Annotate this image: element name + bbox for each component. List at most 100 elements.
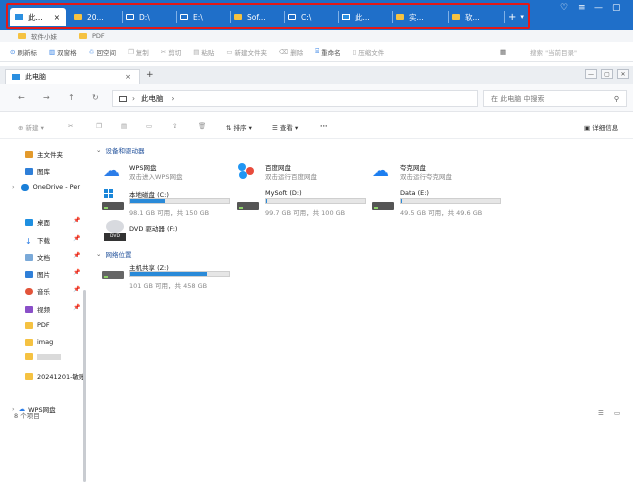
- download-icon: ↓: [25, 237, 33, 244]
- rename-icon[interactable]: ▭: [146, 122, 152, 130]
- close-icon[interactable]: ×: [125, 73, 131, 81]
- section-network[interactable]: ⌄ 网络位置: [96, 249, 131, 259]
- view-button[interactable]: ☰ 查看 ▾: [272, 122, 298, 132]
- sidebar-item-imag[interactable]: imag: [25, 338, 53, 346]
- refresh-button[interactable]: ⊙刷新标: [10, 47, 37, 57]
- section-devices[interactable]: ⌄ 设备和驱动器: [96, 145, 144, 155]
- more-button[interactable]: ···: [320, 122, 327, 130]
- pin-icon[interactable]: 📌: [73, 235, 80, 242]
- pin-icon[interactable]: 📌: [73, 252, 80, 259]
- dual-pane-button[interactable]: ▥双窗格: [49, 47, 77, 57]
- copy-icon[interactable]: ❐: [96, 122, 102, 130]
- sidebar-item-documents[interactable]: 文档: [25, 252, 50, 262]
- share-icon[interactable]: ⇪: [172, 122, 177, 130]
- sidebar-item-home[interactable]: 主文件夹: [25, 149, 63, 159]
- bookmark-item[interactable]: 软件小妹: [18, 31, 57, 41]
- paste-button[interactable]: ▤粘贴: [193, 47, 214, 57]
- sort-button[interactable]: ⇅ 排序 ▾: [226, 122, 252, 132]
- paste-icon: ▤: [193, 48, 199, 56]
- new-folder-button[interactable]: ▭新建文件夹: [226, 47, 267, 57]
- restore-button[interactable]: ▢: [601, 69, 613, 79]
- new-tab-button[interactable]: + ▾: [508, 8, 524, 26]
- forward-button[interactable]: →: [43, 93, 50, 102]
- close-icon[interactable]: ×: [54, 13, 60, 22]
- delete-button[interactable]: ⌫删除: [279, 47, 303, 57]
- drive-icon: [126, 14, 134, 20]
- window-tab-2[interactable]: 20...: [74, 8, 104, 26]
- sidebar-item-blurred[interactable]: [25, 353, 61, 360]
- sidebar-item-onedrive[interactable]: ›OneDrive - Per: [12, 183, 80, 191]
- window-tab-9[interactable]: 软...: [452, 8, 480, 26]
- sidebar-item-pictures[interactable]: 图片: [25, 269, 50, 279]
- new-explorer-tab-button[interactable]: +: [146, 70, 154, 80]
- pin-icon[interactable]: 📌: [73, 286, 80, 293]
- windows-logo-icon: [104, 189, 113, 198]
- command-toolbar: ⊙刷新标 ▥双窗格 ♲回空间 ❐复制 ✂剪切 ▤粘贴 ▭新建文件夹 ⌫删除 ⌸重…: [0, 42, 633, 62]
- folder-icon: [25, 373, 33, 380]
- recycle-button[interactable]: ♲回空间: [89, 47, 116, 57]
- refresh-button[interactable]: ↻: [92, 93, 99, 102]
- bookmark-item[interactable]: PDF: [79, 32, 105, 40]
- tiles-view-icon[interactable]: ▭: [614, 409, 620, 417]
- wps-cloud-icon: ☁: [103, 163, 120, 180]
- zip-button[interactable]: ▯压缩文件: [353, 47, 385, 57]
- window-tab-4[interactable]: E:\: [180, 8, 203, 26]
- sidebar-item-music[interactable]: 音乐: [25, 286, 50, 296]
- up-button[interactable]: ↑: [68, 93, 75, 102]
- cloud-icon: [21, 184, 29, 191]
- address-bar[interactable]: › 此电脑 ›: [112, 90, 478, 107]
- sidebar-item-20241201[interactable]: 20241201-敏账: [25, 371, 85, 381]
- toolbar-search-input[interactable]: 搜索 "当前目录": [530, 47, 577, 57]
- window-tab-3[interactable]: D:\: [126, 8, 150, 26]
- menu-icon[interactable]: ≡: [578, 3, 586, 13]
- maximize-button[interactable]: ▢: [612, 3, 621, 13]
- sidebar-item-videos[interactable]: 视频: [25, 304, 50, 314]
- chevron-down-icon[interactable]: ⌄: [96, 146, 101, 154]
- window-tab-5[interactable]: Sof...: [234, 8, 266, 26]
- sidebar-item-gallery[interactable]: 图库: [25, 166, 50, 176]
- heart-icon[interactable]: ♡: [560, 3, 568, 13]
- explorer-tab[interactable]: 此电脑 ×: [5, 69, 140, 84]
- sidebar-scrollbar[interactable]: [83, 290, 86, 482]
- folder-icon: [25, 322, 33, 329]
- new-button[interactable]: ⊕ 新建 ▾: [18, 122, 44, 132]
- pin-icon[interactable]: 📌: [73, 269, 80, 276]
- sidebar-item-desktop[interactable]: 桌面: [25, 217, 50, 227]
- copy-button[interactable]: ❐复制: [128, 47, 149, 57]
- drive-icon: [372, 202, 394, 210]
- chevron-right-icon[interactable]: ›: [12, 183, 15, 191]
- explorer-tab-label: 此电脑: [25, 72, 46, 82]
- tab-menu-icon[interactable]: ▾: [520, 13, 524, 21]
- cut-button[interactable]: ✂剪切: [161, 47, 181, 57]
- grid-view-icon[interactable]: ▦: [500, 48, 506, 56]
- pin-icon[interactable]: 📌: [73, 217, 80, 224]
- pin-icon[interactable]: 📌: [73, 304, 80, 311]
- rename-button[interactable]: ⌸重命名: [315, 47, 340, 57]
- minimize-button[interactable]: —: [585, 69, 597, 79]
- window-tab-8[interactable]: 实...: [396, 8, 424, 26]
- close-button[interactable]: ✕: [617, 69, 629, 79]
- search-input[interactable]: 在 此电脑 中搜索 ⚲: [483, 90, 627, 107]
- details-button[interactable]: ▣ 详细信息: [584, 122, 618, 132]
- paste-icon[interactable]: ▤: [121, 122, 127, 130]
- window-tab-7[interactable]: 此...: [342, 8, 370, 26]
- breadcrumb[interactable]: 此电脑: [141, 93, 164, 104]
- back-button[interactable]: ←: [18, 93, 25, 102]
- delete-icon[interactable]: 🗑: [198, 122, 206, 130]
- zip-icon: ▯: [353, 48, 357, 56]
- folder-icon: [234, 14, 242, 20]
- computer-icon: [12, 74, 20, 80]
- cut-icon[interactable]: ✂: [68, 122, 73, 130]
- sidebar-item-downloads[interactable]: ↓下载: [25, 235, 50, 245]
- window-tab-label: 20...: [87, 13, 104, 22]
- window-tab-label: 软...: [465, 12, 480, 23]
- details-view-icon[interactable]: ☰: [598, 409, 604, 417]
- chevron-down-icon[interactable]: ⌄: [96, 250, 101, 258]
- explorer-tab-strip: 此电脑 × + — ▢ ✕: [0, 66, 633, 84]
- folder-icon: [18, 33, 26, 39]
- sidebar-item-pdf[interactable]: PDF: [25, 321, 50, 329]
- window-tab-1[interactable]: 此... ×: [10, 8, 66, 26]
- quark-icon: ☁: [372, 163, 389, 180]
- minimize-button[interactable]: —: [594, 3, 603, 13]
- window-tab-6[interactable]: C:\: [288, 8, 311, 26]
